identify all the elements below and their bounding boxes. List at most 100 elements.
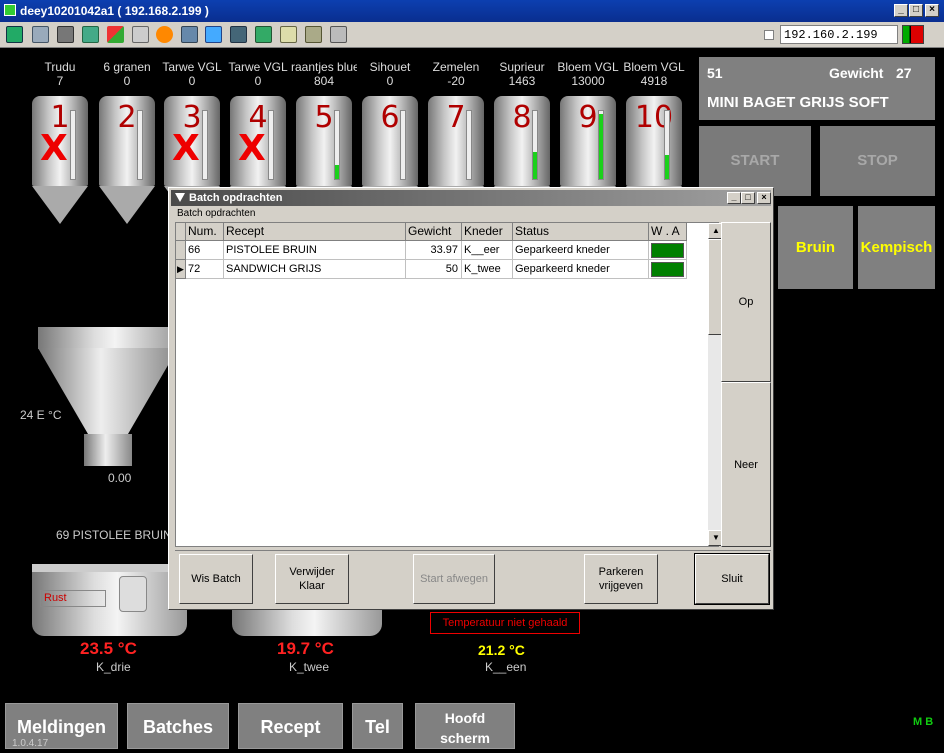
kneader-status: Rust [40, 590, 106, 607]
ip-address-field[interactable]: 192.160.2.199 [780, 25, 898, 44]
silo-value: -20 [447, 74, 465, 88]
silo-number: 8 [512, 100, 532, 135]
transfer-icon[interactable] [181, 26, 198, 43]
silo-level-gauge [532, 110, 538, 180]
dialog-close-icon[interactable]: × [757, 192, 771, 204]
silo-value: 0 [188, 74, 196, 88]
window-icon[interactable] [32, 26, 49, 43]
dialog-maximize-icon[interactable]: □ [741, 192, 755, 204]
up-button[interactable]: Op [721, 222, 771, 382]
download-icon[interactable] [255, 26, 272, 43]
clipboard-icon[interactable] [280, 26, 297, 43]
flag-icon[interactable] [902, 25, 924, 44]
silo-disabled-icon: X [40, 128, 68, 169]
monitor-icon[interactable] [6, 26, 23, 43]
kneader-1-name: K_drie [96, 660, 131, 674]
start-afwegen-button[interactable]: Start afwegen [413, 554, 495, 604]
fullscreen-icon[interactable] [205, 26, 222, 43]
row-indicator [176, 241, 186, 260]
alert-icon[interactable] [156, 26, 173, 43]
hoofdscherm-button[interactable]: Hoofd scherm [415, 703, 515, 749]
close-icon[interactable]: × [925, 4, 939, 17]
col-num-header[interactable]: Num. [186, 223, 224, 241]
stop-button[interactable]: STOP [820, 126, 935, 196]
silo-value: 1463 [508, 74, 536, 88]
tools-icon[interactable] [57, 26, 74, 43]
kneader-bowl-2 [232, 610, 382, 636]
dialog-minimize-icon[interactable]: _ [727, 192, 741, 204]
version-label: 1.0.4.17 [12, 738, 49, 749]
silo-value: 4918 [640, 74, 668, 88]
sluit-button[interactable]: Sluit [694, 553, 770, 605]
silo-value: 13000 [571, 74, 605, 88]
silo-level-gauge [137, 110, 143, 180]
kneader-2-name: K_twee [289, 660, 330, 674]
cell-recept: SANDWICH GRIJS [224, 260, 406, 279]
cell-num: 72 [186, 260, 224, 279]
hoofdscherm-label-2: scherm [440, 730, 490, 746]
refresh-icon[interactable] [82, 26, 99, 43]
silo-1[interactable]: 1X [32, 96, 88, 226]
verwijder-klaar-button[interactable]: Verwijder Klaar [275, 554, 349, 604]
minimize-icon[interactable]: _ [894, 4, 908, 17]
bruin-button[interactable]: Bruin [778, 206, 853, 289]
silo-value: 0 [386, 74, 394, 88]
status-indicator [651, 243, 684, 258]
camera-icon[interactable] [305, 26, 322, 43]
kneader-door [119, 576, 147, 612]
silo-label: 6 granen 0 [94, 60, 160, 88]
silo-label: raantjes blue 804 [291, 60, 357, 88]
copy-icon[interactable] [330, 26, 347, 43]
temperature-alert: Temperatuur niet gehaald [430, 612, 580, 634]
keyboard-icon[interactable] [132, 26, 149, 43]
cell-num: 66 [186, 241, 224, 260]
windows-logo-icon[interactable] [107, 26, 124, 43]
current-batch-label: 69 PISTOLEE BRUIN [56, 528, 172, 542]
dialog-title: Batch opdrachten [189, 192, 283, 204]
silo-value: 804 [313, 74, 335, 88]
app-icon [4, 4, 16, 16]
col-gewicht-header[interactable]: Gewicht [406, 223, 462, 241]
kneader-1-temp: 23.5 °C [80, 639, 137, 658]
parkeren-vrijgeven-button[interactable]: Parkeren vrijgeven [584, 554, 658, 604]
silo-label: Tarwe VGL 0 [225, 60, 291, 88]
screen-icon[interactable] [230, 26, 247, 43]
silo-name: Bloem VGL [623, 60, 685, 74]
hoofdscherm-label-1: Hoofd [444, 710, 486, 726]
col-wa-header[interactable]: W . A [649, 223, 687, 241]
user-initials: M B [913, 716, 934, 728]
silo-level-gauge [334, 110, 340, 180]
silo-value: 0 [123, 74, 131, 88]
col-status-header[interactable]: Status [513, 223, 649, 241]
cell-status: Geparkeerd kneder [513, 260, 649, 279]
silo-disabled-icon: X [172, 128, 200, 169]
weight-value: 27 [896, 65, 912, 81]
batch-grid[interactable]: Num. Recept Gewicht Kneder Status W . A 66 PIS… [175, 222, 724, 547]
recept-button[interactable]: Recept [238, 703, 343, 749]
group-label: Batch opdrachten [177, 208, 256, 219]
parkeren-label-1: Parkeren [598, 566, 644, 578]
down-button[interactable]: Neer [721, 382, 771, 547]
row-indicator: ▶ [176, 260, 186, 279]
window-title: deey10201042a1 ( 192.168.2.199 ) [20, 4, 209, 18]
silo-name: Zemelen [432, 60, 480, 74]
silo-number: 2 [117, 100, 137, 135]
wis-batch-button[interactable]: Wis Batch [179, 554, 253, 604]
silo-2[interactable]: 2 [99, 96, 155, 226]
silo-number: 6 [380, 100, 400, 135]
status-indicator [651, 262, 684, 277]
start-button[interactable]: START [699, 126, 811, 196]
col-recept-header[interactable]: Recept [224, 223, 406, 241]
silo-name: Suprieur [499, 60, 545, 74]
col-kneder-header[interactable]: Kneder [462, 223, 513, 241]
kempisch-button[interactable]: Kempisch [858, 206, 935, 289]
batches-button[interactable]: Batches [127, 703, 229, 749]
cell-wa [649, 260, 687, 279]
tel-button[interactable]: Tel [352, 703, 403, 749]
ip-checkbox[interactable] [764, 30, 774, 40]
maximize-icon[interactable]: □ [909, 4, 923, 17]
silo-number: 10 [634, 100, 674, 135]
silo-cone [99, 186, 155, 224]
cell-kneder: K__eer [462, 241, 513, 260]
kneader-3-name: K__een [485, 660, 527, 674]
